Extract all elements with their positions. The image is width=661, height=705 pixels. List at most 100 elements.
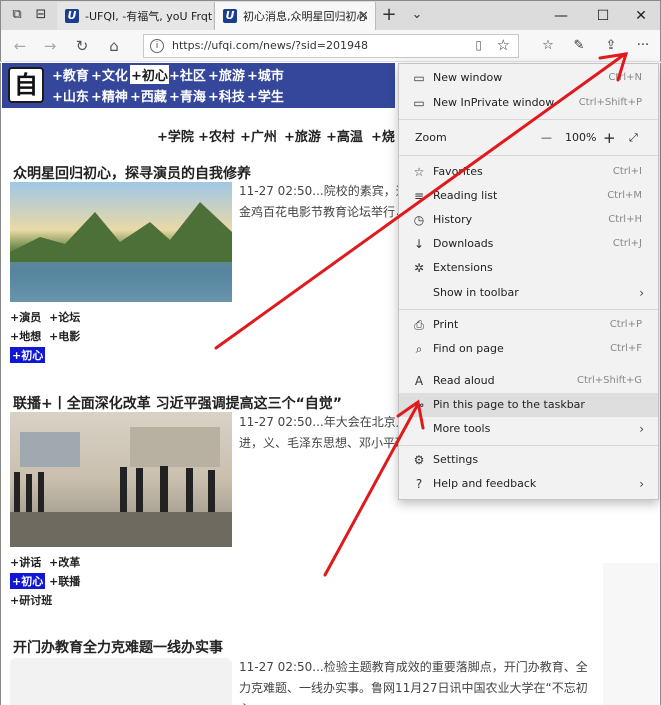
back-arrow-icon[interactable]: ← (11, 37, 29, 55)
nav-link[interactable]: +学生 (247, 86, 284, 105)
address-bar[interactable]: i https://ufqi.com/news/?sid=201948 ▯ ☆ (143, 34, 519, 58)
nav-link[interactable]: +西藏 (130, 86, 167, 105)
favorite-star-icon[interactable]: ☆ (497, 36, 510, 54)
nav-link[interactable]: +科技 (208, 86, 245, 105)
article-tag[interactable]: +研讨班 (10, 592, 52, 608)
sub-nav-link[interactable]: +烧 (371, 126, 395, 145)
ufqi-favicon-icon: U (223, 9, 237, 23)
menu-label: Settings (433, 453, 479, 466)
menu-downloads[interactable]: ↓ Downloads Ctrl+J (399, 232, 658, 256)
site-info-icon[interactable]: i (150, 39, 164, 53)
menu-print[interactable]: ⎙ Print Ctrl+P (399, 313, 658, 337)
tab-active-news[interactable]: U 初心消息,众明星回归初心 × (214, 2, 376, 31)
tab-ufqi[interactable]: U -UFQI, -有福气, yoU Frqtly C (57, 2, 213, 31)
article-tag[interactable]: +电影 (49, 328, 80, 344)
nav-link[interactable]: +社区 (169, 65, 206, 84)
menu-reading-list[interactable]: ≡ Reading list Ctrl+M (399, 184, 658, 208)
tab-label: -UFQI, -有福气, yoU Frqtly C (85, 10, 213, 23)
menu-favorites[interactable]: ☆ Favorites Ctrl+I (399, 160, 658, 184)
url-text[interactable]: https://ufqi.com/news/?sid=201948 (172, 35, 368, 57)
sub-nav-link[interactable]: +广州 (240, 126, 277, 145)
menu-show-in-toolbar[interactable]: Show in toolbar › (399, 281, 658, 305)
nav-link-selected[interactable]: +初心 (130, 65, 169, 84)
menu-shortcut: Ctrl+Shift+G (576, 375, 642, 386)
menu-history[interactable]: ◷ History Ctrl+H (399, 208, 658, 232)
article-summary: 11-27 02:50...检验主题教育成效的重要落脚点，开门办教育、全力克难题… (239, 660, 588, 705)
menu-read-aloud[interactable]: A Read aloud Ctrl+Shift+G (399, 369, 658, 393)
forward-arrow-icon[interactable]: → (41, 37, 59, 55)
notes-pen-icon[interactable]: ✎ (569, 37, 589, 55)
article-title[interactable]: 开门办教育全力克难题一线办实事 (13, 637, 223, 657)
menu-new-window[interactable]: ▭ New window Ctrl+N (399, 66, 658, 90)
menu-pin-to-taskbar[interactable]: ⊸ Pin this page to the taskbar (399, 393, 658, 417)
article-tag[interactable]: +演员 (10, 309, 41, 325)
nav-link[interactable]: +城市 (247, 65, 284, 84)
nav-link[interactable]: +青海 (169, 86, 206, 105)
reading-view-icon[interactable]: ▯ (475, 38, 482, 52)
article-tag[interactable]: +改革 (49, 554, 80, 570)
sub-nav-link[interactable]: +学院 (157, 126, 194, 145)
close-tab-icon[interactable]: × (357, 2, 369, 31)
nav-link[interactable]: +山东 (52, 86, 89, 105)
maximize-button[interactable]: ☐ (583, 1, 623, 31)
article-tag[interactable]: +地想 (10, 328, 41, 344)
news-photo[interactable] (10, 412, 232, 547)
zoom-in-button[interactable]: + (603, 126, 616, 150)
mountain-shapes (10, 202, 232, 302)
article-tag[interactable]: +讲话 (10, 554, 41, 570)
menu-label: More tools (433, 422, 491, 435)
people-shapes (10, 427, 232, 547)
nav-link[interactable]: +旅游 (208, 65, 245, 84)
tab-list-chevron-icon[interactable]: ⌄ (409, 7, 425, 23)
zoom-out-button[interactable]: — (541, 126, 552, 150)
article-tag-selected[interactable]: +初心 (10, 573, 46, 589)
menu-extensions[interactable]: ✲ Extensions (399, 256, 658, 280)
article-tag-selected[interactable]: +初心 (10, 347, 46, 363)
menu-settings[interactable]: ⚙ Settings (399, 448, 658, 472)
article-tag[interactable]: +论坛 (49, 309, 80, 325)
landscape-photo[interactable] (10, 182, 232, 302)
menu-new-inprivate-window[interactable]: ▭ New InPrivate window Ctrl+Shift+P (399, 91, 658, 115)
menu-label: Downloads (433, 237, 494, 250)
chevron-right-icon: › (639, 477, 644, 491)
new-tab-plus-icon[interactable]: + (381, 6, 397, 24)
home-icon[interactable]: ⌂ (105, 37, 123, 55)
article-title[interactable]: 众明星回归初心，探寻演员的自我修养 (13, 163, 251, 183)
fullscreen-icon[interactable]: ⤢ (629, 126, 638, 150)
address-toolbar: ← → ↻ ⌂ i https://ufqi.com/news/?sid=201… (0, 30, 661, 62)
article-title[interactable]: 联播+丨全面深化改革 习近平强调提高这三个“自觉” (13, 393, 342, 413)
menu-label: History (433, 213, 473, 226)
article-tag[interactable]: +联播 (49, 573, 80, 589)
read-aloud-icon: A (414, 374, 424, 388)
nav-link[interactable]: +精神 (91, 86, 128, 105)
download-arrow-icon: ↓ (413, 237, 425, 251)
page-margin (603, 563, 659, 705)
menu-help-and-feedback[interactable]: ? Help and feedback › (399, 472, 658, 496)
site-logo[interactable]: 自 (8, 67, 44, 103)
refresh-icon[interactable]: ↻ (73, 37, 91, 55)
inprivate-window-icon: ▭ (413, 96, 425, 110)
nav-link[interactable]: +教育 (52, 65, 89, 84)
menu-label: Print (433, 318, 459, 331)
menu-more-tools[interactable]: More tools › (399, 417, 658, 441)
news-photo-placeholder[interactable] (10, 658, 232, 705)
share-icon[interactable]: ⇪ (601, 37, 621, 55)
nav-link[interactable]: +文化 (91, 65, 128, 84)
sub-nav-link[interactable]: +高温 (326, 126, 363, 145)
menu-find-on-page[interactable]: ⌕ Find on page Ctrl+F (399, 337, 658, 361)
menu-label: Read aloud (433, 374, 495, 387)
favorites-hub-icon[interactable]: ☆ (538, 37, 558, 55)
zoom-level: 100% (565, 131, 597, 144)
sub-nav-link[interactable]: +农村 (198, 126, 235, 145)
close-window-button[interactable]: ✕ (621, 1, 661, 31)
menu-label: Pin this page to the taskbar (433, 398, 585, 411)
tab-bar: ⧉ ⊟ U -UFQI, -有福气, yoU Frqtly C U 初心消息,众… (0, 0, 661, 31)
menu-label: Extensions (433, 261, 493, 274)
sub-nav-link[interactable]: +旅游 (284, 126, 321, 145)
tab-manager-icon[interactable]: ⧉ (9, 7, 25, 23)
settings-more-icon[interactable]: ··· (633, 37, 653, 55)
set-aside-tabs-icon[interactable]: ⊟ (33, 7, 49, 23)
history-clock-icon: ◷ (413, 213, 425, 227)
menu-shortcut: Ctrl+N (608, 72, 642, 83)
minimize-button[interactable]: — (541, 1, 581, 31)
